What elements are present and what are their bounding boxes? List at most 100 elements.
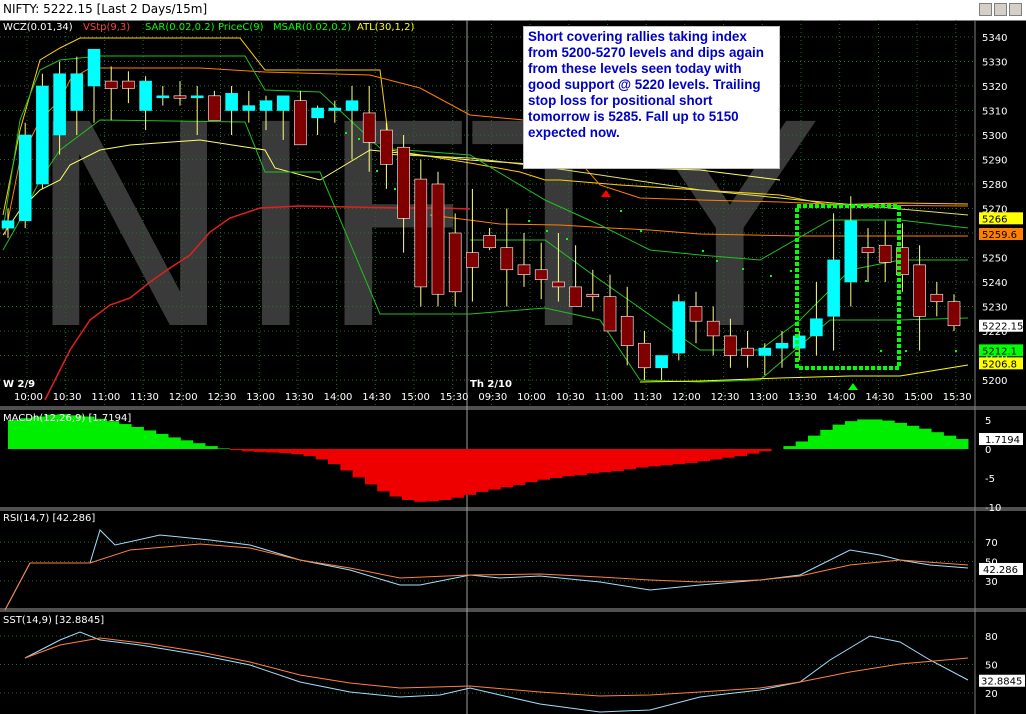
time-axis-label: 11:00 bbox=[595, 392, 624, 403]
macd-bar bbox=[266, 449, 280, 453]
macd-bar bbox=[869, 419, 883, 449]
macd-bar bbox=[721, 449, 735, 458]
sst-panel: 80 50 2032.8845 bbox=[0, 631, 1025, 713]
rsi-axis-label: 30 bbox=[985, 577, 998, 588]
macd-bar bbox=[131, 426, 144, 449]
candle-body bbox=[414, 178, 428, 288]
macd-bar bbox=[684, 449, 698, 463]
time-axis-label: 15:30 bbox=[943, 392, 972, 403]
sst-signal bbox=[24, 637, 969, 697]
candle-body bbox=[242, 105, 256, 111]
sar-dot bbox=[702, 250, 704, 252]
candle-body bbox=[638, 342, 651, 369]
macd-bar bbox=[340, 449, 354, 471]
price-axis-label: 5300 bbox=[982, 131, 1007, 142]
candle-body bbox=[431, 183, 445, 295]
time-axis-label: 10:30 bbox=[53, 392, 82, 403]
price-axis-label: 5240 bbox=[982, 278, 1007, 289]
macd-bar bbox=[389, 449, 403, 497]
candle-body bbox=[741, 347, 754, 356]
macd-bar bbox=[488, 449, 501, 490]
macd-bar bbox=[758, 449, 772, 452]
candle-body bbox=[104, 80, 118, 89]
legend-vstp: VStp(9,3) bbox=[83, 22, 130, 33]
candle-body bbox=[500, 247, 514, 271]
time-axis-label: 12:30 bbox=[208, 392, 237, 403]
sar-dot bbox=[742, 268, 744, 270]
candle-body bbox=[552, 281, 565, 288]
candle-body bbox=[36, 85, 49, 185]
main-legend: WCZ(0.01,34) VStp(9,3) SAR(0.02,0.2) Pri… bbox=[3, 22, 414, 33]
candle-body bbox=[53, 73, 66, 136]
candle-body bbox=[844, 220, 858, 283]
sar-dot bbox=[566, 238, 568, 240]
candle-body bbox=[1, 220, 15, 229]
candle-body bbox=[173, 95, 187, 99]
candle-body bbox=[225, 93, 238, 111]
macd-bar bbox=[734, 449, 747, 456]
macd-bar bbox=[241, 449, 255, 452]
minimize-button[interactable] bbox=[979, 3, 992, 16]
chart-area[interactable]: NIFTY WCZ(0.01,34) VStp(9,3) SAR(0.02,0.… bbox=[0, 20, 1026, 714]
macd-bar bbox=[278, 449, 292, 454]
sar-dot bbox=[358, 138, 360, 140]
legend-sar: SAR(0.02,0.2) bbox=[145, 22, 215, 33]
price-axis-label: 5290 bbox=[982, 156, 1007, 167]
time-axis-label: 11:00 bbox=[91, 392, 120, 403]
legend-msar: MSAR(0.02,0.2) bbox=[273, 22, 351, 33]
candle-body bbox=[276, 95, 290, 111]
maximize-button[interactable] bbox=[994, 3, 1007, 16]
candle-body bbox=[810, 318, 823, 337]
time-axis-label: 12:00 bbox=[169, 392, 198, 403]
price-tag-text: 5222.15 bbox=[982, 322, 1023, 333]
macd-bar bbox=[106, 421, 120, 449]
sar-dot bbox=[770, 275, 772, 277]
time-axis: 10:00 10:30 11:00 11:30 12:00 12:30 13:00 13:30… bbox=[14, 392, 972, 403]
legend-pricec: PriceC(9) bbox=[218, 22, 264, 33]
sar-dot bbox=[394, 188, 396, 190]
time-axis-label: 14:00 bbox=[324, 392, 353, 403]
macd-bar bbox=[143, 430, 157, 449]
sst-axis-label: 80 bbox=[985, 632, 998, 643]
price-axis-label: 5310 bbox=[982, 107, 1007, 118]
macd-bar bbox=[254, 449, 267, 452]
macd-bar bbox=[844, 421, 858, 449]
macd-axis-label: 5 bbox=[985, 416, 991, 427]
macd-bar bbox=[8, 420, 21, 449]
macd-bar bbox=[180, 440, 194, 449]
macd-bar bbox=[795, 441, 809, 449]
macd-bar bbox=[894, 422, 907, 449]
candle-body bbox=[190, 95, 204, 99]
price-tags: 5266 5259.6 5222.15 5212.1 5206.8 bbox=[979, 212, 1023, 370]
annotation-note: Short covering rallies taking index from… bbox=[523, 26, 780, 169]
time-axis-label: 14:30 bbox=[362, 392, 391, 403]
time-axis-label: 15:00 bbox=[904, 392, 933, 403]
candle-body bbox=[603, 296, 617, 332]
time-axis-label: 14:30 bbox=[865, 392, 894, 403]
macd-bar bbox=[549, 449, 563, 478]
candle-body bbox=[913, 264, 926, 317]
macd-bar bbox=[857, 419, 871, 449]
macd-bar bbox=[943, 435, 957, 449]
sar-dot bbox=[716, 260, 718, 262]
macd-bar bbox=[204, 446, 218, 449]
time-axis-label: 13:30 bbox=[285, 392, 314, 403]
time-axis-label: 13:00 bbox=[749, 392, 778, 403]
sst-label: SST(14,9) [32.8845] bbox=[3, 615, 104, 626]
macd-label: MACDh(12,26,9) [1.7194] bbox=[3, 413, 131, 424]
rsi-panel: 70503042.286 bbox=[0, 529, 1023, 611]
macd-bar bbox=[931, 432, 944, 449]
candle-body bbox=[861, 247, 875, 253]
sar-dot bbox=[955, 350, 957, 352]
price-tag-text: 5206.8 bbox=[982, 359, 1017, 370]
macd-bar bbox=[586, 449, 600, 474]
close-button[interactable] bbox=[1009, 3, 1022, 16]
time-axis-label: 15:00 bbox=[401, 392, 430, 403]
legend-atl: ATL(30,1,2) bbox=[357, 22, 414, 33]
candle-body bbox=[947, 301, 961, 327]
time-axis-label: 11:30 bbox=[633, 392, 662, 403]
rsi-label: RSI(14,7) [42.286] bbox=[3, 513, 95, 524]
macd-bar bbox=[635, 449, 649, 468]
price-axis-label: 5340 bbox=[982, 33, 1007, 44]
macd-bar bbox=[918, 428, 932, 449]
